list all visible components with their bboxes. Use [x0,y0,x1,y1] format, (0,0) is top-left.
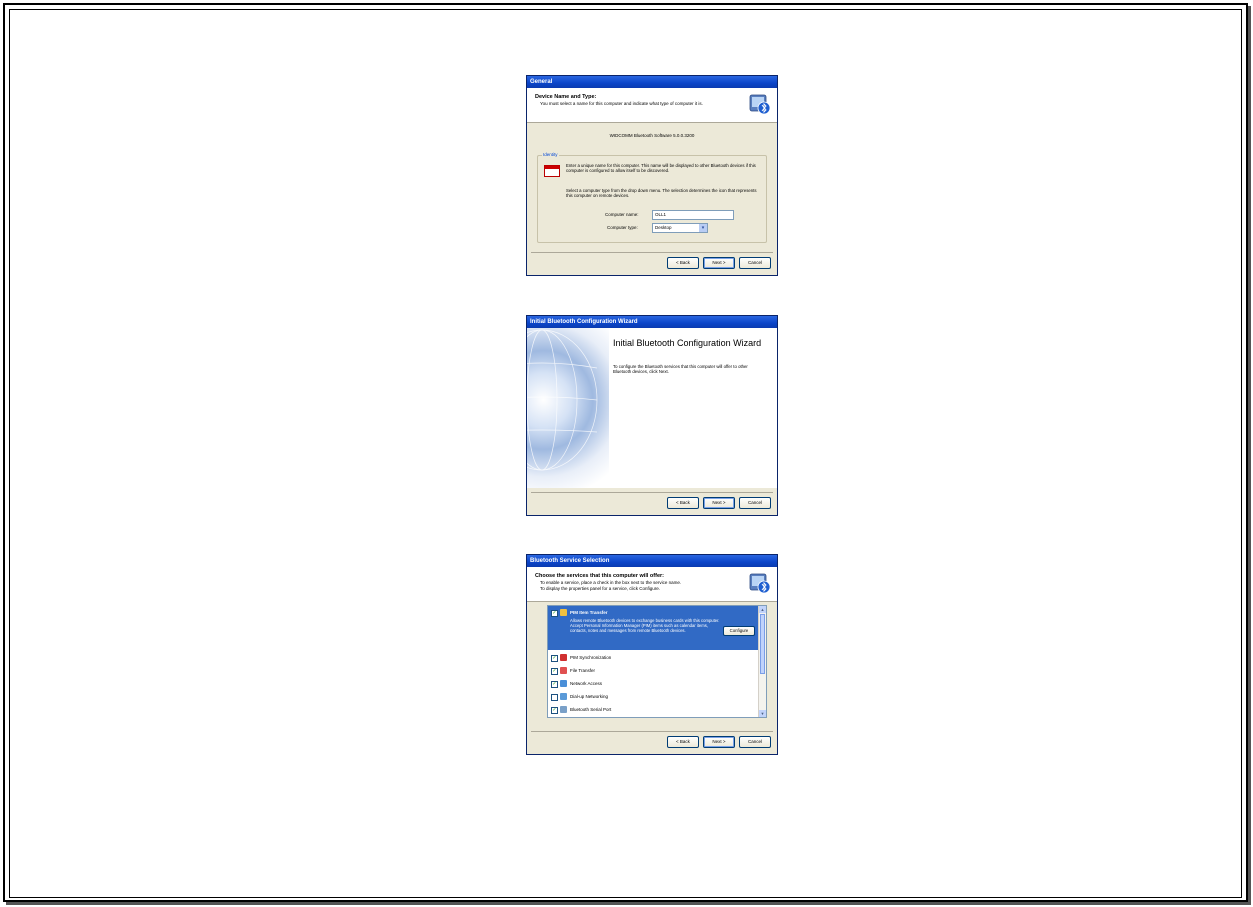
cancel-button[interactable]: Cancel [739,736,771,748]
scroll-down-icon[interactable]: ▼ [759,710,766,717]
header-title: Choose the services that this computer w… [535,573,664,579]
service-label: PIM Item Transfer [570,610,608,615]
chevron-down-icon[interactable]: ▾ [699,224,707,232]
list-item[interactable]: ✓ Network Access [551,679,751,689]
general-dialog: General Device Name and Type: You must s… [526,75,778,276]
service-checkbox[interactable]: ✓ [551,655,558,662]
wizard-title: Initial Bluetooth Configuration Wizard [613,338,762,348]
selected-service-panel[interactable]: ✓ PIM Item Transfer Allows remote Blueto… [548,606,759,650]
dialog-header: Choose the services that this computer w… [527,567,777,602]
list-item[interactable]: ✓ File Transfer [551,666,751,676]
service-label: Dial-up Networking [570,694,609,699]
dialog-title: Initial Bluetooth Configuration Wizard [527,316,777,328]
service-label: Network Access [570,681,603,686]
computer-type-select[interactable]: Desktop ▾ [652,223,708,233]
service-list[interactable]: ✓ PIM Item Transfer Allows remote Blueto… [547,605,767,718]
product-name: WIDCOMM Bluetooth Software 5.0.0.3200 [609,133,695,138]
list-item[interactable]: ✓ Bluetooth Serial Port [551,705,751,715]
list-item[interactable]: ✓ PIM Synchronization [551,653,751,663]
wizard-dialog: Initial Bluetooth Configuration Wizard I… [526,315,778,516]
bluetooth-computer-icon [749,94,771,115]
header-subtitle-1: To enable a service, place a check in th… [540,580,682,585]
service-label: Bluetooth Serial Port [570,707,612,712]
service-checkbox[interactable] [551,694,558,701]
network-access-icon [560,680,567,687]
computer-type-value: Desktop [655,225,672,230]
globe-grid-icon [527,329,598,471]
button-separator [531,492,773,493]
next-button[interactable]: Next > [703,497,735,509]
identity-card-icon [544,165,560,177]
identity-text: Enter a unique name for this computer. T… [566,163,756,173]
service-checkbox[interactable]: ✓ [551,707,558,714]
dialup-icon [560,693,567,700]
identity-legend: Identity [542,152,559,157]
bluetooth-computer-icon [749,573,771,594]
file-transfer-icon [560,667,567,674]
wizard-text: To configure the Bluetooth services that… [613,364,748,374]
dialog-title: General [527,76,777,88]
next-button[interactable]: Next > [703,736,735,748]
cancel-button[interactable]: Cancel [739,497,771,509]
scroll-thumb[interactable] [760,614,765,674]
button-bar: < Back Next > Cancel [667,497,771,509]
computer-name-label: Computer name: [605,212,639,217]
dialog-title: Bluetooth Service Selection [527,555,777,567]
service-description: Allows remote Bluetooth devices to excha… [570,618,720,633]
button-separator [531,731,773,732]
pim-transfer-icon [560,609,567,616]
dialog-header: Device Name and Type: You must select a … [527,88,777,123]
service-checkbox[interactable]: ✓ [551,668,558,675]
service-checkbox[interactable]: ✓ [551,610,558,617]
service-checkbox[interactable]: ✓ [551,681,558,688]
vertical-scrollbar[interactable]: ▲ ▼ [758,606,766,717]
cancel-button[interactable]: Cancel [739,257,771,269]
button-bar: < Back Next > Cancel [667,257,771,269]
service-label: File Transfer [570,668,596,673]
button-separator [531,252,773,253]
configure-button[interactable]: Configure [723,626,755,636]
computer-name-input[interactable]: OLL1 [652,210,734,220]
list-item[interactable]: ✓ PIM Item Transfer [551,608,751,618]
serial-port-icon [560,706,567,713]
header-subtitle-2: To display the properties panel for a se… [540,586,661,591]
pim-sync-icon [560,654,567,661]
next-button[interactable]: Next > [703,257,735,269]
service-label: PIM Synchronization [570,655,612,660]
scroll-up-icon[interactable]: ▲ [759,606,766,613]
list-item[interactable]: Dial-up Networking [551,692,751,702]
back-button[interactable]: < Back [667,257,699,269]
header-subtitle: You must select a name for this computer… [540,101,703,106]
back-button[interactable]: < Back [667,736,699,748]
service-selection-dialog: Bluetooth Service Selection Choose the s… [526,554,778,755]
header-title: Device Name and Type: [535,94,597,100]
back-button[interactable]: < Back [667,497,699,509]
button-bar: < Back Next > Cancel [667,736,771,748]
identity-group: Identity Enter a unique name for this co… [537,152,767,243]
computer-type-text: Select a computer type from the drop dow… [566,188,757,198]
computer-type-label: Computer type: [607,225,638,230]
